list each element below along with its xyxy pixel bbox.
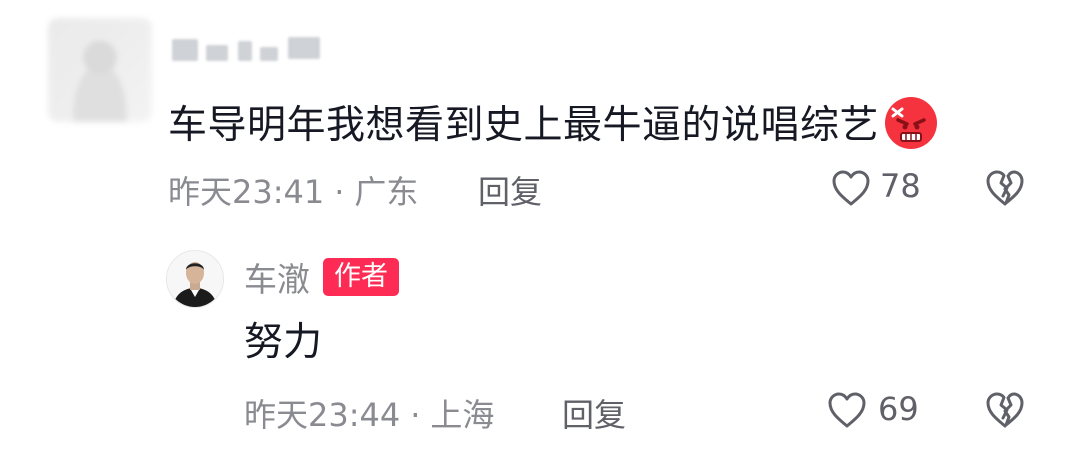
reply-location: 上海 bbox=[430, 396, 495, 434]
reply-like-button[interactable] bbox=[826, 390, 868, 430]
commenter-avatar[interactable] bbox=[48, 18, 152, 122]
author-avatar[interactable] bbox=[166, 250, 224, 308]
reply-reply-button[interactable]: 回复 bbox=[562, 390, 626, 436]
broken-heart-icon bbox=[986, 392, 1024, 428]
comment-like-button[interactable] bbox=[830, 168, 872, 208]
reply-time: 昨天23:44 bbox=[244, 396, 401, 434]
meta-separator: · bbox=[334, 173, 345, 211]
comment-location: 广东 bbox=[354, 173, 419, 211]
comment-body: 车导明年我想看到史上最牛逼的说唱综艺 bbox=[168, 103, 880, 148]
reply-text: 努力 bbox=[244, 320, 323, 365]
meta-separator: · bbox=[410, 396, 421, 434]
reply-dislike-button[interactable] bbox=[984, 390, 1026, 430]
reply-meta: 昨天23:44 · 上海 bbox=[244, 390, 494, 436]
broken-heart-icon bbox=[986, 170, 1024, 206]
comment-dislike-button[interactable] bbox=[984, 168, 1026, 208]
heart-icon bbox=[828, 392, 866, 428]
commenter-username-redacted[interactable] bbox=[170, 33, 335, 69]
author-name[interactable]: 车澈 bbox=[244, 253, 310, 301]
comment-like-count: 78 bbox=[880, 167, 921, 205]
author-badge: 作者 bbox=[323, 258, 399, 296]
reply-like-count: 69 bbox=[878, 390, 919, 428]
comment-time: 昨天23:41 bbox=[168, 173, 325, 211]
comment-reply-button[interactable]: 回复 bbox=[478, 167, 542, 213]
comment-meta: 昨天23:41 · 广东 bbox=[168, 167, 418, 213]
heart-icon bbox=[832, 170, 870, 206]
angry-face-emoji-icon bbox=[881, 92, 939, 150]
comment-text: 车导明年我想看到史上最牛逼的说唱综艺 bbox=[168, 92, 939, 154]
